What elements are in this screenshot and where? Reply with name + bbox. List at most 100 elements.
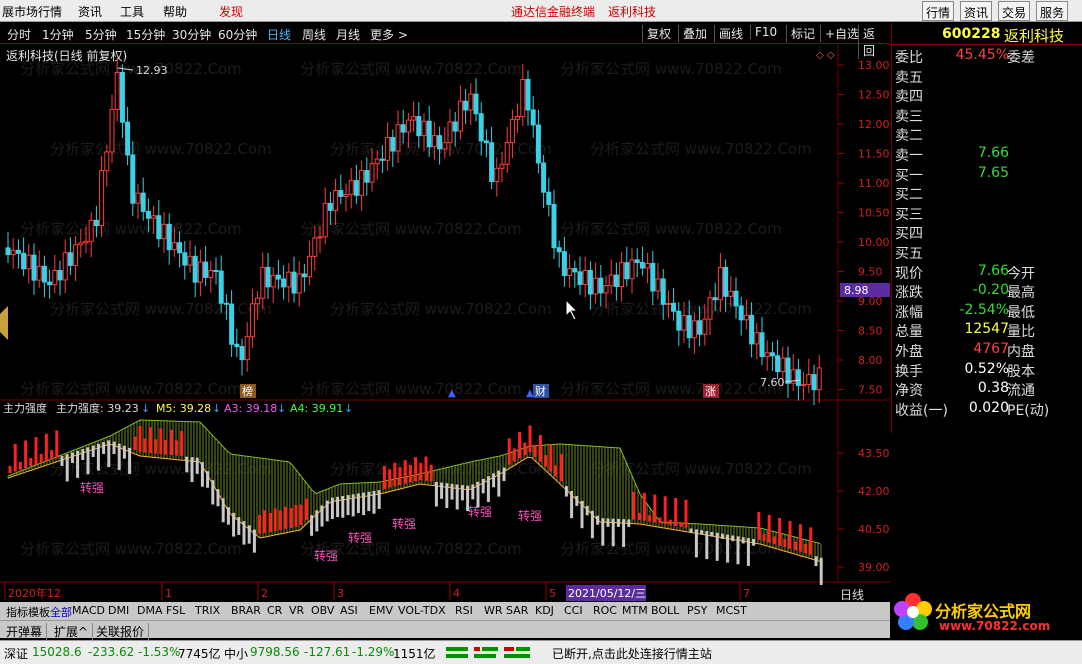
indicator-tab[interactable]: 模板 xyxy=(28,604,50,620)
candle-body xyxy=(728,290,734,297)
indicator-histogram-bar xyxy=(393,462,397,487)
price-tick-label: 8.50 xyxy=(858,325,883,338)
indicator-tab[interactable]: CCI xyxy=(564,604,583,617)
indicator-histogram-bar xyxy=(512,448,516,462)
candle-body xyxy=(52,269,58,286)
indicator-tab[interactable]: WR xyxy=(484,604,503,617)
indicator-tab[interactable]: RSI xyxy=(455,604,473,617)
indicator-histogram-bar xyxy=(616,518,620,527)
sz-value[interactable]: 15028.6 xyxy=(32,645,82,659)
f10-button[interactable]: F10 xyxy=(750,25,781,39)
candle-body xyxy=(21,252,27,270)
candle-body xyxy=(400,124,406,133)
indicator-tab[interactable]: VR xyxy=(289,604,304,617)
trade-button[interactable]: 交易 xyxy=(998,1,1031,21)
draw-button[interactable]: 画线 xyxy=(714,25,747,42)
quote-row: 收益(一) 0.020 PE(动) xyxy=(892,400,1082,419)
time-tick-label: 3 xyxy=(337,587,344,600)
candle-body xyxy=(717,267,723,301)
indicator-tab[interactable]: EMV xyxy=(369,604,393,617)
period-daily[interactable]: 日线 xyxy=(267,26,291,43)
indicator-histogram-bar xyxy=(528,425,532,452)
indicator-tab[interactable]: MCST xyxy=(716,604,747,617)
period-monthly[interactable]: 月线 xyxy=(336,26,360,43)
annotation-strong: 转强 xyxy=(348,530,372,545)
indicator-histogram-bar xyxy=(382,465,386,489)
menu-help[interactable]: 帮助 xyxy=(163,3,187,20)
indicator-tab[interactable]: MTM xyxy=(622,604,648,617)
candle-body xyxy=(10,249,16,256)
side-collapse-handle[interactable] xyxy=(0,306,8,340)
candle-body xyxy=(572,268,578,273)
candle-body xyxy=(603,285,609,294)
period-1min[interactable]: 1分钟 xyxy=(42,26,74,43)
kline-chart[interactable]: 分析家公式网 www.70822.Com 分析家公式网 www.70822.Com… xyxy=(0,44,890,604)
zx-value[interactable]: 9798.56 xyxy=(250,645,300,659)
candle-body xyxy=(343,193,349,197)
indicator-tab[interactable]: DMA xyxy=(137,604,163,617)
indicator-tab[interactable]: CR xyxy=(267,604,282,617)
menu-market[interactable]: 展市场行情 xyxy=(2,3,62,20)
period-60min[interactable]: 60分钟 xyxy=(218,26,257,43)
candle-body xyxy=(676,310,682,331)
quote-row-label: 换手 xyxy=(895,363,923,380)
indicator-tab[interactable]: ASI xyxy=(340,604,358,617)
indicator-histogram-bar xyxy=(559,454,563,482)
danmaku-tab[interactable]: 开弹幕 xyxy=(2,623,48,640)
indicator-tab[interactable]: 指标 xyxy=(6,604,28,620)
indicator-histogram-bar xyxy=(367,491,371,511)
mark-button[interactable]: 标记 xyxy=(786,25,819,42)
period-more[interactable]: 更多 > xyxy=(370,26,408,43)
indicator-tab[interactable]: KDJ xyxy=(535,604,554,617)
quote-row: 外盘 4767 内盘 xyxy=(892,341,1082,360)
menu-discover[interactable]: 发现 xyxy=(219,3,243,20)
indicator-tab[interactable]: SAR xyxy=(506,604,528,617)
period-5min[interactable]: 5分钟 xyxy=(85,26,117,43)
indicator-tab[interactable]: PSY xyxy=(687,604,707,617)
indicator-tab[interactable]: ROC xyxy=(593,604,617,617)
indicator-tab[interactable]: FSL xyxy=(166,604,185,617)
price-tick-label: 11.50 xyxy=(858,148,890,161)
indicator-tab[interactable]: VOL-TDX xyxy=(398,604,446,617)
expand-tab[interactable]: 扩展^ xyxy=(50,623,94,640)
adjust-button[interactable]: 复权 xyxy=(642,25,675,42)
indicator-histogram-bar xyxy=(330,497,334,520)
candle-body xyxy=(234,343,240,348)
indicator-tab[interactable]: DMI xyxy=(108,604,129,617)
candle-body xyxy=(36,265,42,281)
indicator-tab[interactable]: MACD xyxy=(72,604,105,617)
indicator-tab[interactable]: BOLL xyxy=(651,604,679,617)
time-axis: 2020年12 1 2 3 4 5 2021/05/12/三 7 xyxy=(4,582,750,601)
candle-body xyxy=(681,315,687,331)
service-button[interactable]: 服务 xyxy=(1036,1,1069,21)
quote-row: 卖三 xyxy=(892,106,1082,125)
indicator-histogram-bar xyxy=(169,429,173,456)
period-30min[interactable]: 30分钟 xyxy=(172,26,211,43)
related-quote-tab[interactable]: 关联报价 xyxy=(92,623,150,640)
period-timeshare[interactable]: 分时 xyxy=(7,26,31,43)
candle-body xyxy=(338,190,344,197)
quote-button[interactable]: 行情 xyxy=(922,1,955,21)
connection-status[interactable]: 已断开,点击此处连接行情主站 xyxy=(552,645,712,662)
indicator-tab[interactable]: OBV xyxy=(311,604,334,617)
candle-body xyxy=(317,236,323,239)
indicator-tab[interactable]: BRAR xyxy=(231,604,261,617)
candle-body xyxy=(795,369,801,387)
candle-body xyxy=(816,367,822,391)
menu-news[interactable]: 资讯 xyxy=(78,3,102,20)
quote-row-value: 7.66 xyxy=(977,145,1009,161)
menu-tools[interactable]: 工具 xyxy=(120,3,144,20)
add-watchlist-button[interactable]: +自选 xyxy=(820,25,863,42)
indicator-histogram-bar xyxy=(570,491,574,519)
overlay-button[interactable]: 叠加 xyxy=(678,25,711,42)
indicator-histogram-bar xyxy=(788,521,792,549)
period-weekly[interactable]: 周线 xyxy=(302,26,326,43)
candle-body xyxy=(686,315,692,339)
indicator-tab[interactable]: 全部 xyxy=(50,604,72,620)
indicator-histogram-bar xyxy=(351,494,355,517)
period-15min[interactable]: 15分钟 xyxy=(126,26,165,43)
news-button[interactable]: 资讯 xyxy=(960,1,993,21)
candle-body xyxy=(598,277,604,294)
indicator-tab[interactable]: TRIX xyxy=(195,604,220,617)
price-tick-label: 13.00 xyxy=(858,59,890,72)
